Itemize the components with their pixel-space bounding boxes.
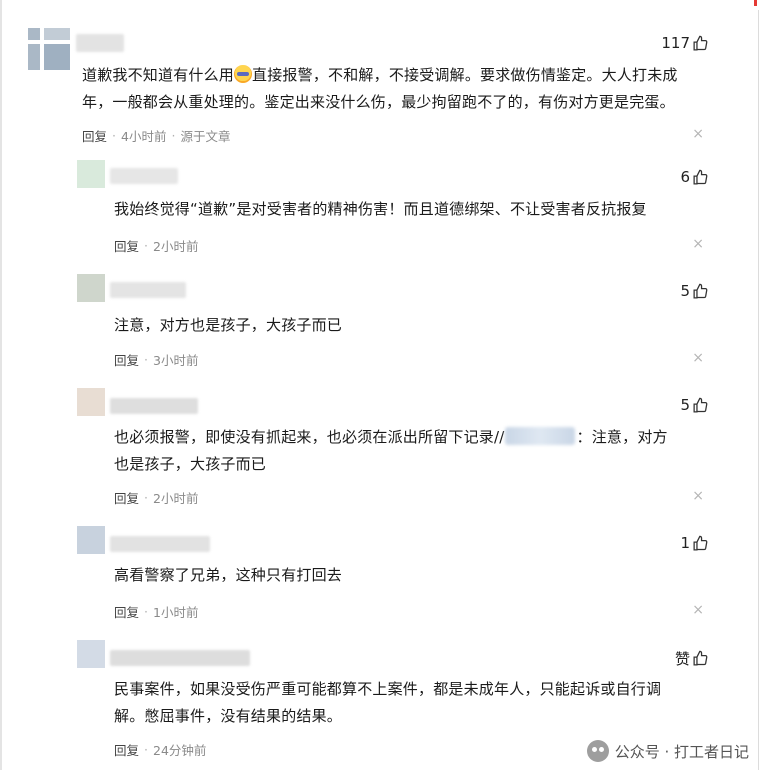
comment-meta: 回复 · 4小时前 · 源于文章 bbox=[82, 126, 231, 145]
thumbs-up-icon bbox=[693, 169, 708, 185]
like-button[interactable]: 117 bbox=[661, 34, 709, 52]
comment-text: 民事案件，如果没受伤严重可能都算不上案件，都是未成年人，只能起诉或自行调 解。憋… bbox=[114, 680, 662, 725]
avatar[interactable] bbox=[77, 274, 105, 302]
thumbs-up-icon bbox=[693, 397, 708, 413]
emoji-icon bbox=[234, 65, 253, 83]
timestamp: 1小时前 bbox=[153, 605, 199, 620]
comment-text: 我始终觉得“道歉”是对受害者的精神伤害！而且道德绑架、不让受害者反抗报复 bbox=[114, 200, 647, 218]
reply-button[interactable]: 回复 bbox=[114, 602, 139, 621]
close-icon[interactable]: × bbox=[692, 602, 704, 618]
username-blurred[interactable] bbox=[110, 536, 210, 552]
left-border bbox=[0, 0, 2, 770]
like-count: 5 bbox=[680, 282, 690, 300]
timestamp: 3小时前 bbox=[153, 353, 199, 368]
like-button[interactable]: 5 bbox=[680, 396, 709, 414]
timestamp: 24分钟前 bbox=[153, 743, 207, 758]
like-button[interactable]: 5 bbox=[680, 282, 709, 300]
wechat-icon bbox=[586, 740, 609, 762]
reply-button[interactable]: 回复 bbox=[114, 740, 139, 759]
comment-text: 注意，对方也是孩子，大孩子而已 bbox=[114, 316, 343, 334]
watermark-text: 公众号 · 打工者日记 bbox=[614, 742, 749, 761]
like-count: 5 bbox=[680, 396, 690, 414]
like-count: 1 bbox=[680, 534, 690, 552]
username-blurred[interactable] bbox=[110, 398, 198, 414]
close-icon[interactable]: × bbox=[692, 488, 704, 504]
thumbs-up-icon bbox=[693, 650, 708, 666]
username-blurred[interactable] bbox=[110, 282, 186, 298]
like-count: 6 bbox=[680, 168, 690, 186]
reply-button[interactable]: 回复 bbox=[82, 126, 107, 145]
comment-meta: 回复 · 3小时前 bbox=[114, 350, 199, 369]
username-blurred[interactable] bbox=[110, 650, 250, 666]
username-blurred[interactable] bbox=[76, 34, 124, 52]
avatar[interactable] bbox=[77, 526, 105, 554]
like-count: 117 bbox=[661, 34, 690, 52]
reply-button[interactable]: 回复 bbox=[114, 236, 139, 255]
close-icon[interactable]: × bbox=[692, 350, 704, 366]
timestamp: 2小时前 bbox=[153, 239, 199, 254]
avatar[interactable] bbox=[77, 640, 105, 668]
username-blurred[interactable] bbox=[110, 168, 178, 184]
thumbs-up-icon bbox=[693, 35, 708, 51]
like-button[interactable]: 6 bbox=[680, 168, 709, 186]
comment-meta: 回复 · 1小时前 bbox=[114, 602, 199, 621]
watermark: 公众号 · 打工者日记 bbox=[586, 740, 749, 762]
mention-blurred[interactable] bbox=[504, 427, 575, 445]
reply-button[interactable]: 回复 bbox=[114, 350, 139, 369]
comment-meta: 回复 · 2小时前 bbox=[114, 236, 199, 255]
reply-button[interactable]: 回复 bbox=[114, 488, 139, 507]
thumbs-up-icon bbox=[693, 283, 708, 299]
like-button[interactable]: 1 bbox=[680, 534, 709, 552]
avatar[interactable] bbox=[77, 388, 105, 416]
timestamp: 4小时前 bbox=[121, 129, 167, 144]
comment-text: 道歉我不知道有什么用 直接报警，不和解，不接受调解。要求做伤情鉴定。大人打未成 年… bbox=[82, 65, 678, 111]
like-button[interactable]: 赞 bbox=[675, 648, 709, 669]
source-link[interactable]: 源于文章 bbox=[180, 126, 230, 145]
comment-text: 也必须报警，即使没有抓起来，也必须在派出所留下记录//：注意，对方 也是孩子，大… bbox=[114, 427, 668, 473]
thumbs-up-icon bbox=[693, 535, 708, 551]
comment-text: 高看警察了兄弟，这种只有打回去 bbox=[114, 566, 343, 584]
like-count: 赞 bbox=[674, 650, 690, 668]
comment-meta: 回复 · 24分钟前 bbox=[114, 740, 207, 759]
avatar[interactable] bbox=[77, 160, 105, 188]
timestamp: 2小时前 bbox=[153, 491, 199, 506]
corner-marker bbox=[754, 0, 757, 6]
avatar[interactable] bbox=[28, 28, 70, 70]
close-icon[interactable]: × bbox=[692, 126, 704, 142]
close-icon[interactable]: × bbox=[692, 236, 704, 252]
comment-meta: 回复 · 2小时前 bbox=[114, 488, 199, 507]
